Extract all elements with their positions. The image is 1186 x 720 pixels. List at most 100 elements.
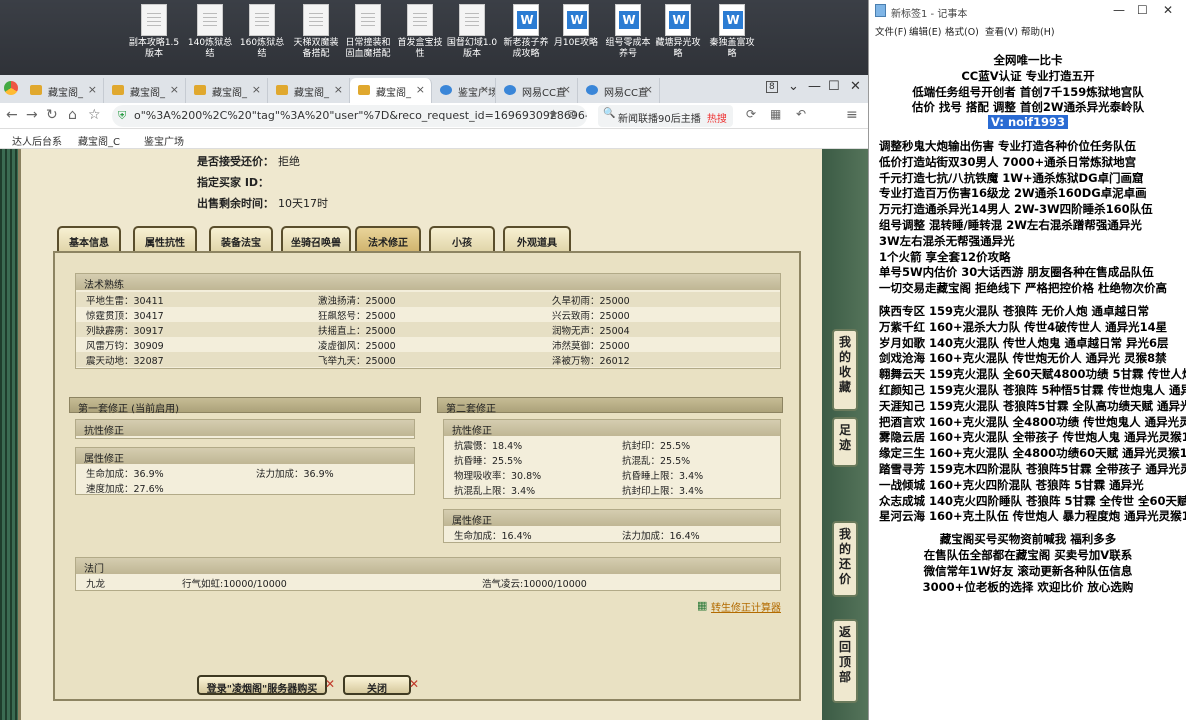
- bookmark-add-icon[interactable]: ☆: [88, 107, 101, 123]
- back-to-top-button[interactable]: 返回顶部: [832, 619, 858, 703]
- desktop-file-icon[interactable]: W 秦独盖富攻略: [706, 4, 758, 60]
- tab-count-badge[interactable]: 8: [766, 81, 778, 93]
- desktop-file-label: 秦独盖富攻略: [709, 38, 755, 59]
- tab-close-icon[interactable]: ×: [252, 83, 261, 96]
- tab-equip[interactable]: 装备法宝: [209, 226, 273, 252]
- browser-tab[interactable]: 藏宝阁_ ×: [22, 78, 104, 103]
- tab-close-icon[interactable]: ×: [562, 83, 571, 96]
- tab-spell-fix[interactable]: 法术修正: [355, 226, 421, 252]
- notepad-line: CC蓝V认证 专业打造五开: [961, 68, 1095, 83]
- search-input[interactable]: 🔍 新闻联播90后主播 热搜: [598, 105, 733, 127]
- notepad-line: 岁月如歌 140克火混队 传世人炮鬼 通卓越日常 异光6层: [879, 335, 1169, 350]
- undo-icon[interactable]: ↶: [796, 107, 806, 121]
- minimize-icon[interactable]: —: [1113, 3, 1125, 17]
- browser-tab[interactable]: 鉴宝广场 ×: [432, 78, 496, 103]
- notepad-menu-item[interactable]: 编辑(E): [909, 24, 941, 38]
- notepad-line: 剑戏沧海 160+克火混队 传世炮无价人 通异光 灵猴8禁: [879, 351, 1167, 366]
- home-icon[interactable]: ⌂: [68, 107, 77, 123]
- notepad-line: 微信常年1W好友 滚动更新各种队伍信息: [923, 563, 1133, 578]
- desktop-file-label: 组号零成本养号: [605, 38, 651, 59]
- notepad-line: 万元打造通杀异光14男人 2W-3W四阶睡杀160队伍: [879, 202, 1153, 217]
- notepad-menu-item[interactable]: 查看(V): [985, 24, 1018, 38]
- forward-icon[interactable]: →: [26, 107, 38, 123]
- footprint-label: 足迹: [839, 423, 852, 452]
- set2-resist: 抗性修正 抗震慑：18.4% 抗封印：25.5% 抗昏睡：25.5% 抗混乱：25.5…: [443, 419, 781, 499]
- notepad-line: 众志成城 140克火四阶睡队 苍狼阵 5甘霖 全传世 全60天赋: [879, 493, 1186, 508]
- frame-left: [0, 149, 18, 720]
- browser-tab[interactable]: 藏宝阁_ ×: [186, 78, 268, 103]
- tab-appearance[interactable]: 外观道具: [503, 226, 571, 252]
- tab-close-icon[interactable]: ×: [88, 83, 97, 96]
- browser-tab[interactable]: 藏宝阁_ ×: [268, 78, 350, 103]
- close-button[interactable]: 关闭: [343, 675, 411, 695]
- star-icon[interactable]: ★: [548, 107, 559, 121]
- tab-label: 藏宝阁_: [130, 88, 165, 99]
- notepad-line: 低端任务组号开创者 首创7千159炼狱地宫队: [912, 84, 1144, 99]
- calc-link[interactable]: 转生修正计算器: [711, 599, 781, 614]
- tab-resist[interactable]: 属性抗性: [133, 226, 197, 252]
- my-collection-button[interactable]: 我的收藏: [832, 329, 858, 411]
- notepad-menu: 文件(F) 编辑(E) 格式(O) 查看(V) 帮助(H): [869, 22, 1186, 38]
- set1-attr-cell: 生命加成：36.9%: [86, 469, 164, 480]
- desktop-file-icon[interactable]: 首发盒宝技性: [394, 4, 446, 60]
- desktop-file-icon[interactable]: 国督幻域1.0版本: [446, 4, 498, 60]
- close-icon[interactable]: ✕: [1163, 3, 1173, 17]
- desktop-file-icon[interactable]: W 新老孩子养成攻略: [500, 4, 552, 60]
- desktop-file-icon[interactable]: 天梯双魔装备搭配: [290, 4, 342, 60]
- url-text: o"%3A%200%2C%20"tag"%3A%20"user"%7D&reco…: [134, 109, 587, 122]
- text-doc-icon: [407, 4, 433, 36]
- desktop-file-icon[interactable]: W 月10E攻略: [550, 4, 602, 49]
- reload-icon[interactable]: ↻: [46, 107, 58, 123]
- bookmark-item-3[interactable]: 鉴宝广场: [144, 133, 184, 148]
- browser-tab[interactable]: 网易CC直 ×: [496, 78, 578, 103]
- notepad-line: 星河云海 160+克土队伍 传世炮人 暴力程度炮 通异光灵猴14: [879, 509, 1186, 524]
- skill-section: 法术熟练 平地生雷：30411 激浊扬清：25000 久旱初雨：25000 惊霆贯顶：…: [75, 273, 781, 369]
- my-bargain-button[interactable]: 我的还价: [832, 521, 858, 597]
- desktop-file-icon[interactable]: 160炼狱总结: [236, 4, 288, 60]
- url-input[interactable]: ⛨ o"%3A%200%2C%20"tag"%3A%20"user"%7D&re…: [112, 105, 587, 127]
- tab-basic[interactable]: 基本信息: [57, 226, 121, 252]
- tab-close-icon[interactable]: ×: [644, 83, 653, 96]
- bookmark-item-1[interactable]: 达人后台系: [12, 133, 62, 148]
- notepad-line: 3000+位老板的选择 欢迎比价 放心选购: [922, 579, 1134, 594]
- tab-bar: 藏宝阁_ × 藏宝阁_ × 藏宝阁_ × 藏宝阁_ × 藏宝阁_ × 鉴宝广场 × 网易CC直 × 网易CC…: [0, 75, 868, 103]
- notepad-menu-item[interactable]: 帮助(H): [1021, 24, 1055, 38]
- tab-close-icon[interactable]: ×: [170, 83, 179, 96]
- dropdown-icon[interactable]: ⌄: [788, 79, 799, 94]
- maximize-icon[interactable]: ☐: [1137, 3, 1148, 17]
- notepad-line: 单号5W内估价 30大话西游 朋友圈各种在售成品队伍: [879, 265, 1154, 280]
- minimize-icon[interactable]: —: [808, 79, 821, 94]
- grid-icon[interactable]: ▦: [770, 107, 781, 121]
- browser-tab[interactable]: 藏宝阁_ ×: [350, 78, 432, 103]
- shield-icon: ⛨: [118, 109, 127, 122]
- footprint-button[interactable]: 足迹: [832, 417, 858, 467]
- desktop-file-icon[interactable]: W 藏塘异光攻略: [652, 4, 704, 60]
- tab-close-icon[interactable]: ×: [334, 83, 343, 96]
- tab-mount[interactable]: 坐骑召唤兽: [281, 226, 351, 252]
- close-icon[interactable]: ✕: [850, 79, 861, 94]
- tab-label: 藏宝阁_: [294, 88, 329, 99]
- tab-close-icon[interactable]: ×: [480, 83, 489, 96]
- share-icon[interactable]: ⧉: [568, 107, 577, 122]
- tab-close-icon[interactable]: ×: [416, 83, 425, 96]
- desktop-file-icon[interactable]: 日常撞装和固血魔搭配: [342, 4, 394, 60]
- browser-tab[interactable]: 藏宝阁_ ×: [104, 78, 186, 103]
- tab-child[interactable]: 小孩: [429, 226, 495, 252]
- tab-label: 鉴宝广场: [458, 88, 496, 99]
- desktop-file-icon[interactable]: W 组号零成本养号: [602, 4, 654, 60]
- notepad-line: 天涯知己 159克火混队 苍狼阵5甘霖 全队高功绩天赋 通异光: [879, 398, 1186, 413]
- skill-row: [76, 292, 780, 307]
- extension-icon[interactable]: ⟳: [746, 107, 756, 121]
- login-buy-button[interactable]: 登录"凌烟阁"服务器购买: [197, 675, 327, 695]
- maximize-icon[interactable]: ☐: [828, 79, 840, 94]
- menu-icon[interactable]: ≡: [846, 107, 858, 123]
- browser-tab[interactable]: 网易CC直 ×: [578, 78, 660, 103]
- set2-attr-cell: 法力加成：16.4%: [622, 531, 700, 542]
- back-icon[interactable]: ←: [6, 107, 18, 123]
- bookmark-item-2[interactable]: 藏宝阁_C: [78, 133, 120, 148]
- tab-favicon-icon: [358, 85, 370, 95]
- desktop-file-icon[interactable]: 140炼狱总结: [184, 4, 236, 60]
- notepad-menu-item[interactable]: 格式(O): [945, 24, 979, 38]
- desktop-file-icon[interactable]: 副本攻略1.5版本: [128, 4, 180, 60]
- notepad-menu-item[interactable]: 文件(F): [875, 24, 907, 38]
